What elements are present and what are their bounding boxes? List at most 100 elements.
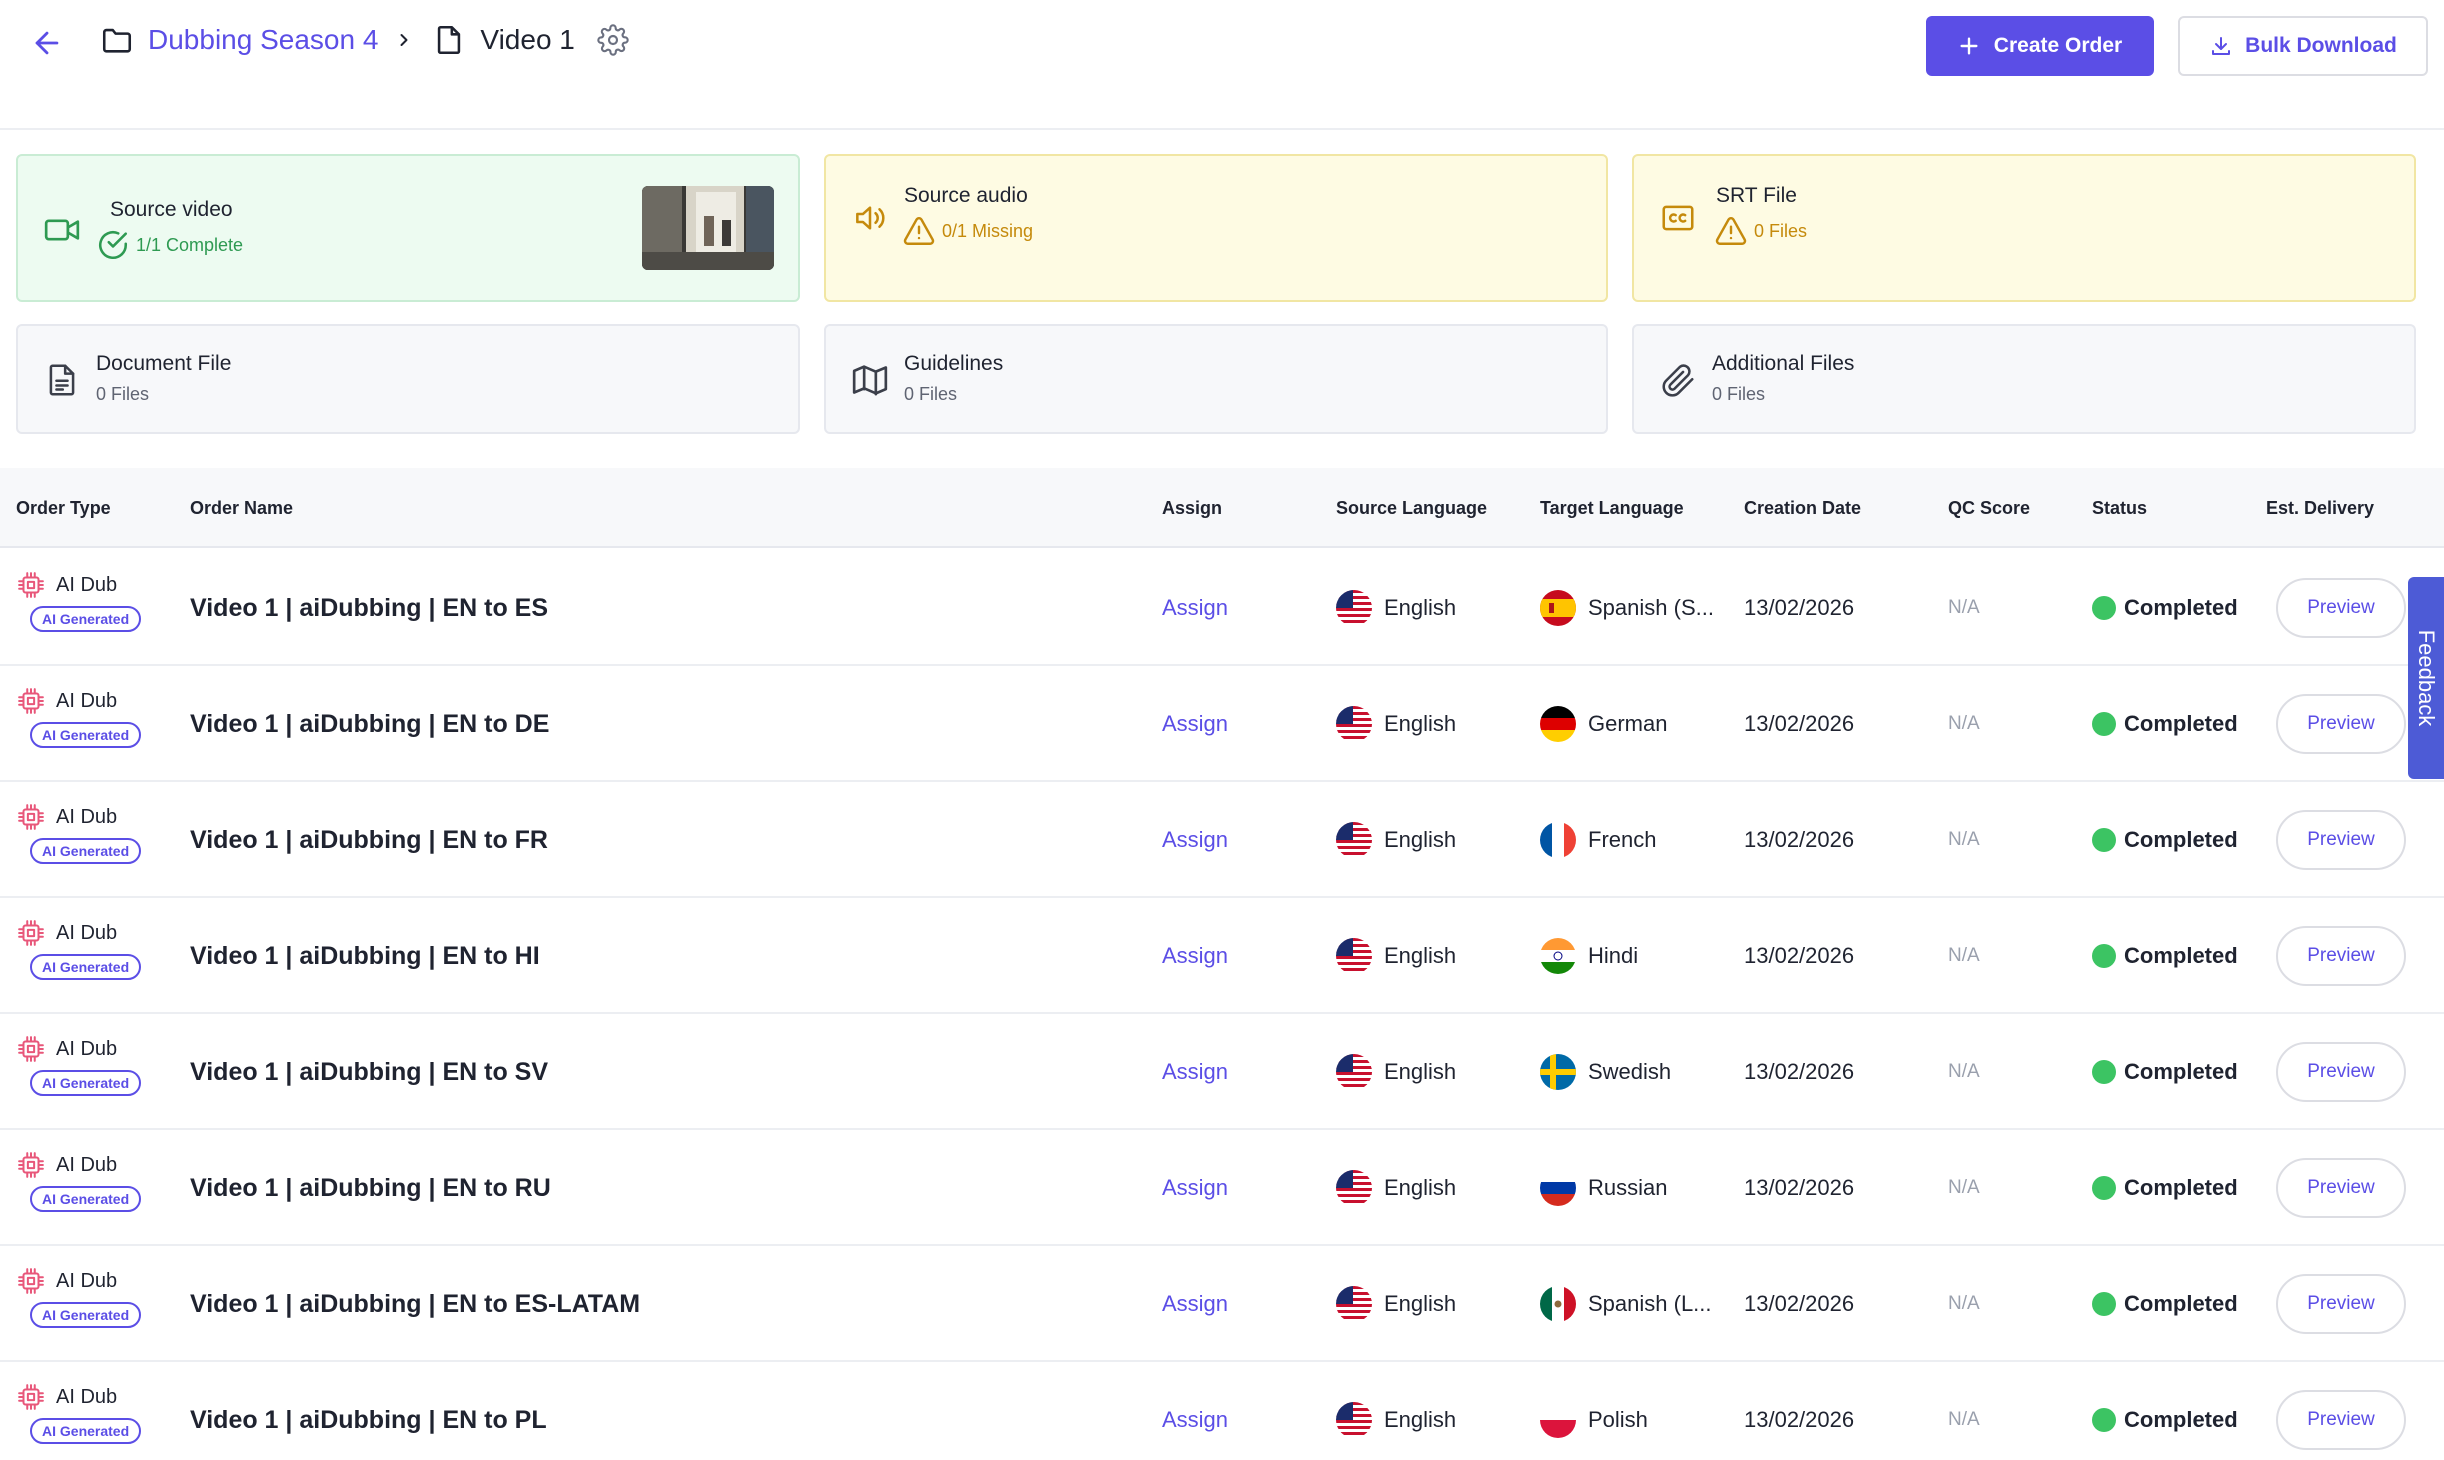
srt-file-title: SRT File <box>1716 184 1797 207</box>
table-row[interactable]: AI Dub AI Generated Video 1 | aiDubbing | … <box>0 782 2444 898</box>
order-name[interactable]: Video 1 | aiDubbing | EN to PL <box>190 1362 547 1460</box>
srt-file-card[interactable]: SRT File 0 Files <box>1632 154 2416 302</box>
order-name[interactable]: Video 1 | aiDubbing | EN to HI <box>190 898 540 1014</box>
bulk-download-button[interactable]: Bulk Download <box>2178 16 2428 76</box>
table-row[interactable]: AI Dub AI Generated Video 1 | aiDubbing | … <box>0 1246 2444 1362</box>
us-flag-icon <box>1336 590 1372 626</box>
source-video-card[interactable]: Source video 1/1 Complete <box>16 154 800 302</box>
status-label: Completed <box>2124 1059 2238 1084</box>
gear-icon[interactable] <box>597 24 629 56</box>
source-language-label: English <box>1384 827 1457 852</box>
order-name[interactable]: Video 1 | aiDubbing | EN to FR <box>190 782 548 898</box>
source-audio-card[interactable]: Source audio 0/1 Missing <box>824 154 1608 302</box>
preview-button[interactable]: Preview <box>2276 926 2406 986</box>
status-badge: Completed <box>2092 666 2238 782</box>
status-dot-icon <box>2092 1408 2116 1432</box>
paperclip-icon <box>1656 358 1700 402</box>
create-order-button[interactable]: Create Order <box>1926 16 2154 76</box>
assign-link[interactable]: Assign <box>1162 550 1228 666</box>
order-name[interactable]: Video 1 | aiDubbing | EN to RU <box>190 1130 551 1246</box>
status-dot-icon <box>2092 944 2116 968</box>
table-row[interactable]: AI Dub AI Generated Video 1 | aiDubbing | … <box>0 550 2444 666</box>
source-language-label: English <box>1384 1175 1457 1200</box>
table-row[interactable]: AI Dub AI Generated Video 1 | aiDubbing | … <box>0 1014 2444 1130</box>
creation-date: 13/02/2026 <box>1744 595 1855 620</box>
preview-button[interactable]: Preview <box>2276 1158 2406 1218</box>
column-est-delivery[interactable]: Est. Delivery <box>2266 468 2374 548</box>
order-type: AI Dub <box>16 1382 117 1412</box>
status-badge: Completed <box>2092 550 2238 666</box>
download-icon <box>2212 37 2231 55</box>
ai-generated-badge: AI Generated <box>30 1418 142 1444</box>
order-type-cell: AI Dub AI Generated <box>16 1034 142 1096</box>
chip-icon <box>16 1150 56 1180</box>
source-language-label: English <box>1384 1059 1457 1084</box>
column-order-name[interactable]: Order Name <box>190 468 293 548</box>
assign-link[interactable]: Assign <box>1162 666 1228 782</box>
back-arrow-icon[interactable] <box>26 22 68 64</box>
status-dot-icon <box>2092 1060 2116 1084</box>
additional-files-count: 0 Files <box>1712 384 1766 404</box>
source-audio-title: Source audio <box>904 184 1028 207</box>
mx-flag-icon <box>1540 1286 1576 1322</box>
order-name[interactable]: Video 1 | aiDubbing | EN to DE <box>190 666 549 782</box>
es-flag-icon <box>1540 590 1576 626</box>
order-type-cell: AI Dub AI Generated <box>16 1266 142 1328</box>
breadcrumb: Dubbing Season 4 Video 1 <box>100 18 629 62</box>
column-order-type[interactable]: Order Type <box>16 468 111 548</box>
bulk-download-label: Bulk Download <box>2245 34 2397 57</box>
us-flag-icon <box>1336 822 1372 858</box>
table-row[interactable]: AI Dub AI Generated Video 1 | aiDubbing | … <box>0 898 2444 1014</box>
source-language-label: English <box>1384 595 1457 620</box>
status-dot-icon <box>2092 712 2116 736</box>
column-source-language[interactable]: Source Language <box>1336 468 1487 548</box>
column-qc-score[interactable]: QC Score <box>1948 468 2030 548</box>
preview-button[interactable]: Preview <box>2276 694 2406 754</box>
guidelines-card[interactable]: Guidelines 0 Files <box>824 324 1608 434</box>
table-row[interactable]: AI Dub AI Generated Video 1 | aiDubbing | … <box>0 1130 2444 1246</box>
source-audio-status-text: 0/1 Missing <box>942 220 1034 241</box>
video-camera-icon <box>40 208 84 252</box>
assign-link[interactable]: Assign <box>1162 898 1228 1014</box>
assign-link[interactable]: Assign <box>1162 1246 1228 1362</box>
feedback-tab[interactable]: Feedback <box>2408 577 2444 779</box>
preview-button[interactable]: Preview <box>2276 1042 2406 1102</box>
column-creation-date[interactable]: Creation Date <box>1744 468 1861 548</box>
table-row[interactable]: AI Dub AI Generated Video 1 | aiDubbing | … <box>0 666 2444 782</box>
us-flag-icon <box>1336 1402 1372 1438</box>
warning-triangle-icon <box>1715 217 1747 245</box>
status-badge: Completed <box>2092 1130 2238 1246</box>
chip-icon <box>16 1266 56 1296</box>
assign-link[interactable]: Assign <box>1162 1014 1228 1130</box>
breadcrumb-folder-link[interactable]: Dubbing Season 4 <box>148 24 378 56</box>
column-status[interactable]: Status <box>2092 468 2147 548</box>
creation-date: 13/02/2026 <box>1744 711 1855 736</box>
additional-files-card[interactable]: Additional Files 0 Files <box>1632 324 2416 434</box>
preview-button[interactable]: Preview <box>2276 1390 2406 1450</box>
column-assign[interactable]: Assign <box>1162 468 1222 548</box>
assign-link[interactable]: Assign <box>1162 1130 1228 1246</box>
preview-button[interactable]: Preview <box>2276 578 2406 638</box>
order-name[interactable]: Video 1 | aiDubbing | EN to SV <box>190 1014 548 1130</box>
qc-score: N/A <box>1948 1293 1980 1314</box>
order-type-cell: AI Dub AI Generated <box>16 686 142 748</box>
preview-button[interactable]: Preview <box>2276 810 2406 870</box>
ai-generated-badge: AI Generated <box>30 954 142 980</box>
document-file-card[interactable]: Document File 0 Files <box>16 324 800 434</box>
feedback-label: Feedback <box>2414 629 2439 727</box>
preview-button[interactable]: Preview <box>2276 1274 2406 1334</box>
order-name[interactable]: Video 1 | aiDubbing | EN to ES <box>190 550 548 666</box>
video-thumbnail[interactable] <box>642 186 774 270</box>
table-row[interactable]: AI Dub AI Generated Video 1 | aiDubbing | … <box>0 1362 2444 1460</box>
order-type-cell: AI Dub AI Generated <box>16 918 142 980</box>
target-language-label: Swedish <box>1588 1059 1672 1084</box>
target-language: Swedish <box>1540 1014 1671 1130</box>
qc-score: N/A <box>1948 597 1980 618</box>
order-name[interactable]: Video 1 | aiDubbing | EN to ES-LATAM <box>190 1246 640 1362</box>
creation-date: 13/02/2026 <box>1744 1059 1855 1084</box>
column-target-language[interactable]: Target Language <box>1540 468 1684 548</box>
creation-date: 13/02/2026 <box>1744 1407 1855 1432</box>
assign-link[interactable]: Assign <box>1162 1362 1228 1460</box>
assign-link[interactable]: Assign <box>1162 782 1228 898</box>
order-type-label: AI Dub <box>56 1153 118 1176</box>
